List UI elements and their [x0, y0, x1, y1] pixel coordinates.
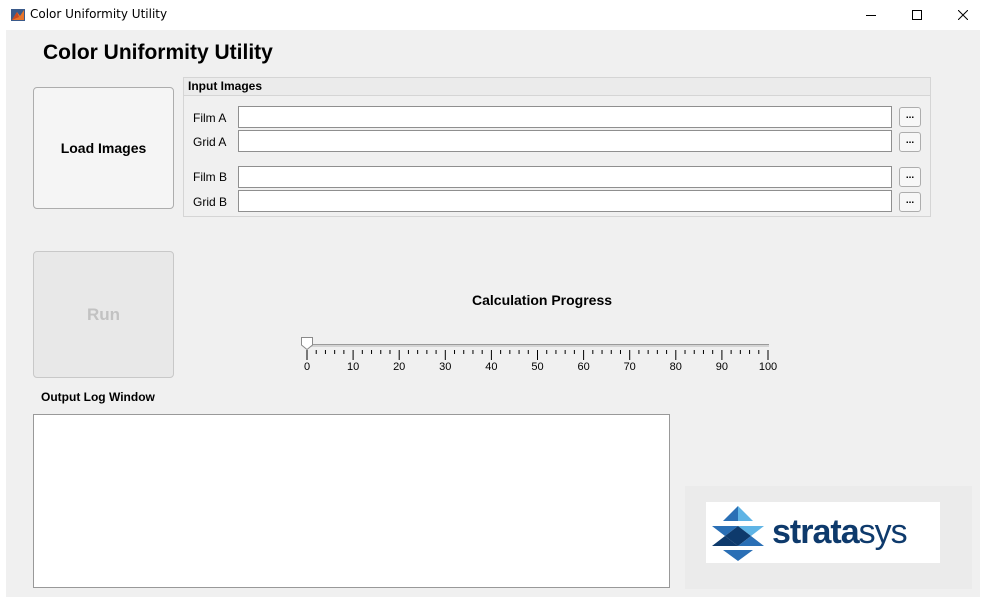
film-b-label: Film B — [193, 170, 227, 184]
output-log-label: Output Log Window — [41, 390, 155, 404]
minimize-button[interactable] — [848, 2, 894, 28]
tick-label: 20 — [393, 361, 406, 373]
tick-label: 80 — [669, 361, 682, 373]
output-log-window[interactable] — [33, 414, 670, 588]
logo-text-light: sys — [858, 513, 908, 551]
input-images-panel-title: Input Images — [184, 78, 930, 96]
stratasys-logo-mark-icon — [712, 506, 764, 561]
close-icon — [958, 10, 968, 20]
grid-b-input[interactable] — [238, 190, 892, 212]
tick-label: 90 — [715, 361, 729, 373]
grid-a-input[interactable] — [238, 130, 892, 152]
run-button[interactable]: Run — [33, 251, 174, 378]
app-title: Color Uniformity Utility — [43, 41, 273, 64]
grid-a-label: Grid A — [193, 135, 227, 149]
title-bar: Color Uniformity Utility — [0, 0, 986, 30]
close-button[interactable] — [940, 2, 986, 28]
film-a-label: Film A — [193, 111, 227, 125]
maximize-button[interactable] — [894, 2, 940, 28]
tick-label: 100 — [758, 361, 778, 373]
film-a-input[interactable] — [238, 106, 892, 128]
matlab-app-icon — [11, 9, 25, 21]
tick-label: 60 — [577, 361, 590, 373]
tick-label: 0 — [303, 361, 311, 373]
progress-slider-ticks — [306, 350, 769, 360]
film-b-input[interactable] — [238, 166, 892, 188]
tick-label: 10 — [346, 361, 360, 373]
load-images-button[interactable]: Load Images — [33, 87, 174, 209]
minimize-icon — [866, 15, 876, 16]
film-b-browse-button[interactable]: ... — [899, 167, 921, 187]
calculation-progress-title: Calculation Progress — [472, 292, 613, 308]
maximize-icon — [912, 10, 922, 20]
grid-b-browse-button[interactable]: ... — [899, 192, 921, 212]
window-title: Color Uniformity Utility — [30, 7, 168, 21]
tick-label: 50 — [531, 361, 544, 373]
grid-b-label: Grid B — [193, 195, 228, 209]
stratasys-logo-wordmark: stratasys — [772, 513, 908, 551]
progress-slider-track[interactable] — [306, 344, 769, 347]
grid-a-browse-button[interactable]: ... — [899, 132, 921, 152]
tick-label: 70 — [623, 361, 636, 373]
film-a-browse-button[interactable]: ... — [899, 107, 921, 127]
tick-label: 30 — [439, 361, 452, 373]
logo-text-bold: strata — [772, 513, 860, 551]
tick-label: 40 — [485, 361, 498, 373]
